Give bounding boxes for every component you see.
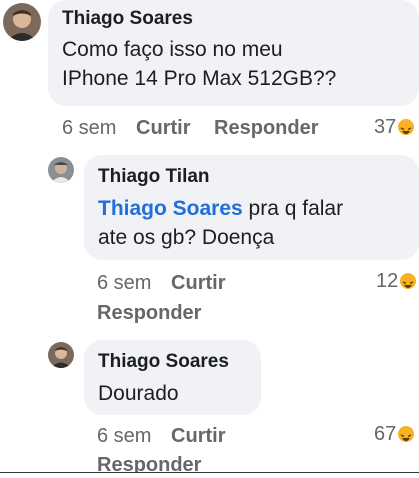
mention-link[interactable]: Thiago Soares xyxy=(98,197,243,220)
reaction-summary[interactable]: 37 xyxy=(374,114,415,140)
reply-button[interactable]: Responder xyxy=(97,302,201,324)
comment-text: Dourado xyxy=(98,379,247,408)
avatar-photo-icon xyxy=(48,157,74,183)
reaction-summary[interactable]: 67 xyxy=(374,421,415,447)
haha-reaction-icon xyxy=(398,119,415,135)
reply-bubble: Thiago Tilan Thiago Soares pra q falar a… xyxy=(84,155,419,260)
comment-actions: 6 sem Curtir Responder xyxy=(62,115,319,141)
reply-bubble: Thiago Soares Dourado xyxy=(84,340,261,415)
comment-actions: 6 sem Curtir xyxy=(97,270,225,296)
comment-author[interactable]: Thiago Soares xyxy=(98,350,247,374)
comment-actions: 6 sem Curtir xyxy=(97,423,225,449)
comment-author[interactable]: Thiago Tilan xyxy=(98,165,405,189)
comment-text-line: Thiago Soares pra q falar xyxy=(98,194,405,223)
reaction-count: 67 xyxy=(374,423,397,445)
comment-text: Thiago Soares pra q falar ate os gb? Doe… xyxy=(98,194,405,252)
bottom-divider xyxy=(0,472,419,478)
avatar-thiago-tilan[interactable] xyxy=(48,157,74,183)
avatar-thiago-soares[interactable] xyxy=(48,342,74,368)
reaction-count: 37 xyxy=(374,116,397,138)
comment-actions-row2: Responder xyxy=(97,300,201,326)
haha-reaction-icon xyxy=(400,273,417,289)
comment-text-line: Dourado xyxy=(98,382,179,405)
comment-time[interactable]: 6 sem xyxy=(97,425,151,447)
reaction-count: 12 xyxy=(376,270,399,292)
comment-bubble: Thiago Soares Como faço isso no meu IPho… xyxy=(48,0,419,106)
like-button[interactable]: Curtir xyxy=(171,425,225,447)
comment-author[interactable]: Thiago Soares xyxy=(62,7,405,31)
comment-time[interactable]: 6 sem xyxy=(97,272,151,294)
comment-text-line: ate os gb? Doença xyxy=(98,226,275,249)
reaction-summary[interactable]: 12 xyxy=(376,268,417,294)
like-button[interactable]: Curtir xyxy=(171,272,225,294)
comment-text-line: IPhone 14 Pro Max 512GB?? xyxy=(62,67,337,90)
avatar-photo-icon xyxy=(48,342,74,368)
avatar-thiago-soares[interactable] xyxy=(3,3,41,41)
haha-reaction-icon xyxy=(398,426,415,442)
comment-text-line: Como faço isso no meu xyxy=(62,38,283,61)
comment-text: Como faço isso no meu IPhone 14 Pro Max … xyxy=(62,35,405,93)
reply-button[interactable]: Responder xyxy=(214,117,318,139)
comment-text-fragment: pra q falar xyxy=(242,197,344,220)
comment-time[interactable]: 6 sem xyxy=(62,117,116,139)
like-button[interactable]: Curtir xyxy=(136,117,190,139)
avatar-photo-icon xyxy=(3,3,41,41)
